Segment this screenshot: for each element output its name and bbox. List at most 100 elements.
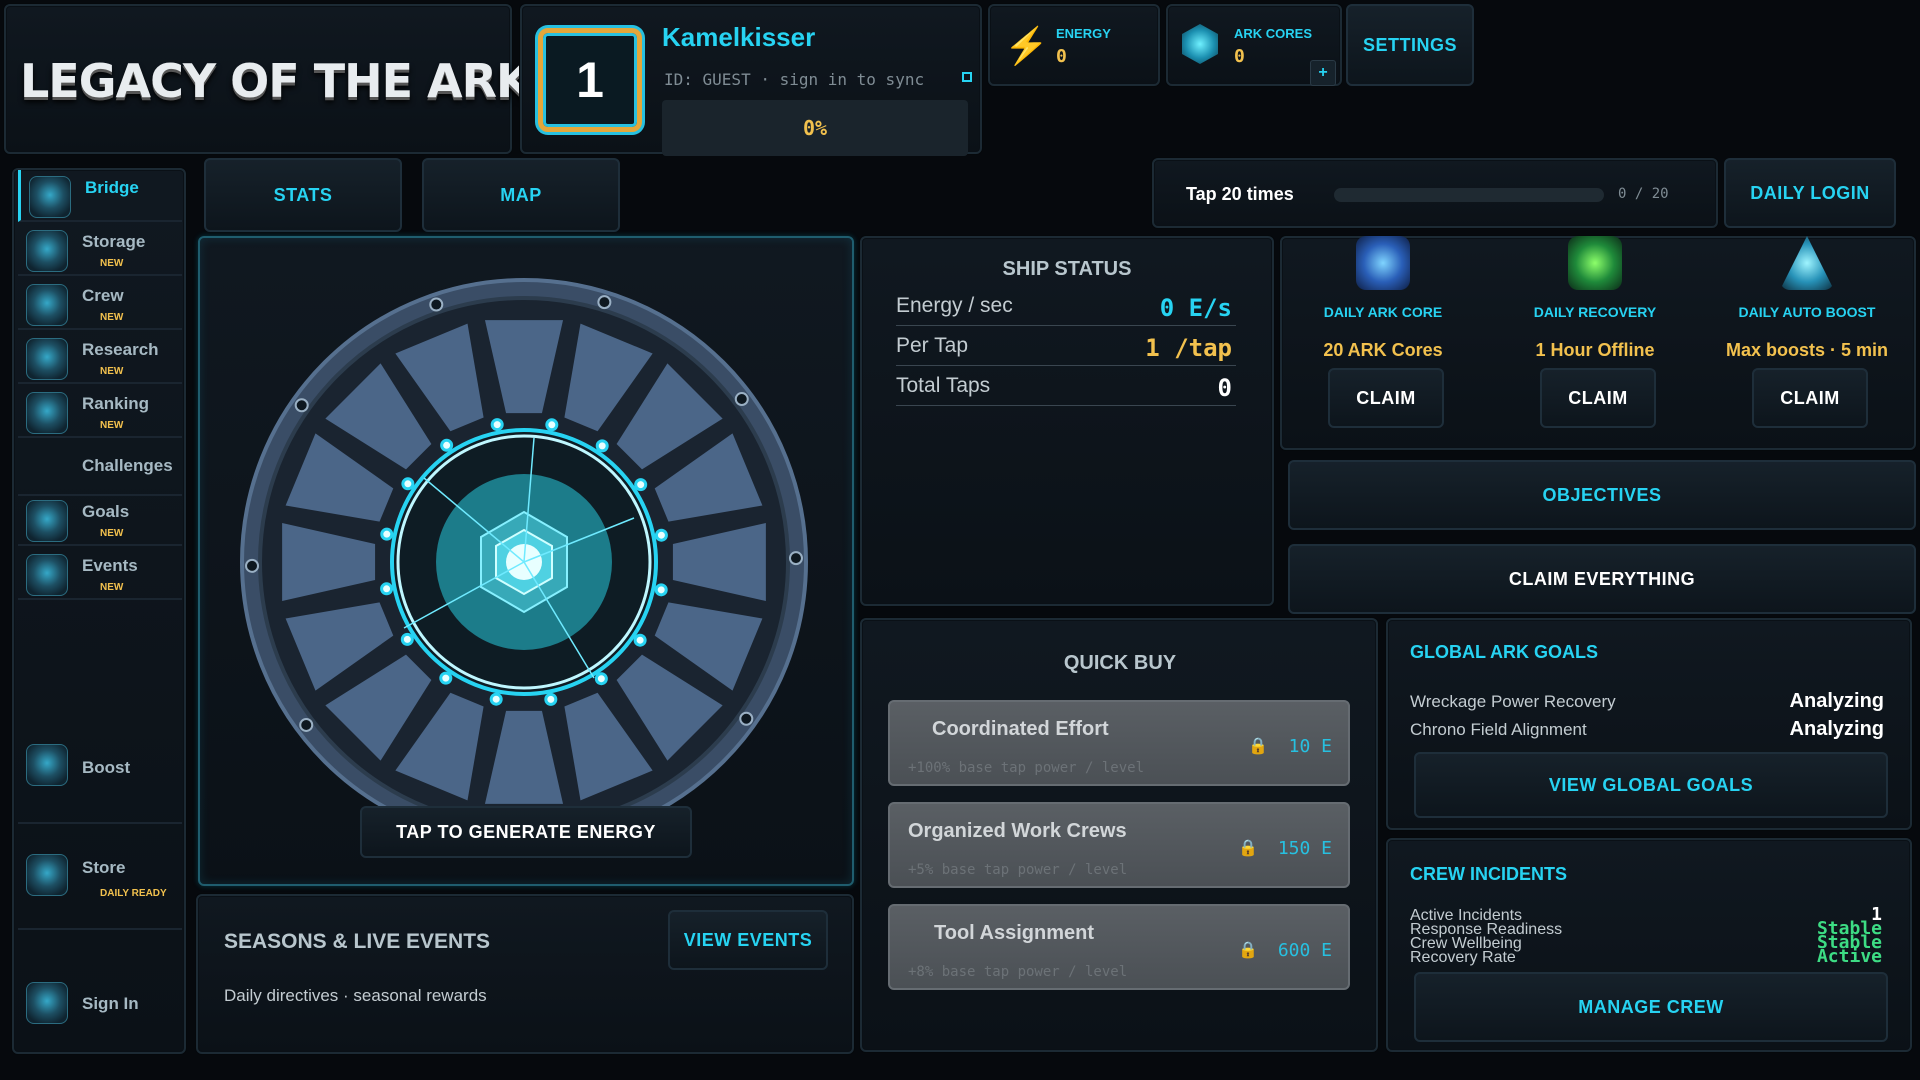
stat-per-tap: Per Tap 1 /tap — [896, 334, 1236, 366]
sidebar-item-label: Goals — [82, 502, 130, 521]
reactor-ring-light — [595, 439, 609, 453]
lock-icon: 🔒 — [1238, 840, 1258, 857]
reactor-ring-light — [489, 692, 503, 706]
ark-core-reward-icon — [1356, 236, 1410, 290]
reactor-bolt — [294, 398, 309, 413]
level-progress-text: 0% — [802, 116, 828, 140]
reactor-ring-light — [401, 477, 415, 491]
energy-currency: ⚡ ENERGY 0 — [988, 4, 1160, 86]
stat-label: Energy / sec — [896, 294, 1013, 317]
quick-buy-tool-assignment[interactable]: Tool Assignment +8% base tap power / lev… — [888, 904, 1350, 990]
sign-in-icon — [26, 982, 68, 1024]
goal-label: Wreckage Power Recovery — [1410, 692, 1616, 711]
sidebar-item-label: Boost — [82, 758, 131, 777]
username: Kamelkisser — [662, 22, 816, 52]
sidebar-item-label: Ranking — [82, 394, 150, 413]
seasons-subtitle: Daily directives · seasonal rewards — [224, 986, 487, 1005]
sidebar-item-research[interactable]: Research NEW — [18, 332, 182, 384]
sidebar-item-label: Bridge — [85, 178, 139, 197]
sidebar-item-challenges[interactable]: Challenges — [18, 442, 182, 496]
sidebar-item-sign-in[interactable]: Sign In — [18, 976, 182, 1028]
reactor-bolt — [739, 711, 754, 726]
sidebar-item-storage[interactable]: Storage NEW — [18, 224, 182, 276]
ship-status-panel — [860, 236, 1274, 606]
crew-incidents-title: CREW INCIDENTS — [1410, 864, 1567, 884]
reactor-ring-light — [633, 633, 647, 647]
quick-buy-title: QUICK BUY — [1063, 652, 1177, 674]
sidebar-item-goals[interactable]: Goals NEW — [18, 494, 182, 546]
goals-icon — [26, 500, 68, 542]
daily-ready-badge: DAILY READY — [100, 888, 167, 899]
view-global-goals-button[interactable]: VIEW GLOBAL GOALS — [1414, 752, 1888, 818]
sidebar-item-store[interactable]: Store DAILY READY — [18, 840, 182, 930]
sidebar-item-ranking[interactable]: Ranking NEW — [18, 386, 182, 438]
new-badge: NEW — [100, 582, 124, 593]
sidebar-item-label: Store — [82, 858, 126, 877]
claim-recovery-button[interactable]: CLAIM — [1540, 368, 1656, 428]
bridge-icon — [29, 176, 71, 218]
sidebar-item-label: Sign In — [82, 994, 139, 1013]
reactor-ring-light — [654, 528, 668, 542]
level-number: 1 — [576, 52, 604, 108]
objectives-button[interactable]: OBJECTIVES — [1288, 460, 1916, 530]
sidebar-item-label: Challenges — [82, 456, 173, 475]
claim-auto-boost-button[interactable]: CLAIM — [1752, 368, 1868, 428]
battery-icon — [1568, 236, 1622, 290]
task-label: Tap 20 times — [1186, 184, 1294, 204]
add-ark-cores-button[interactable]: + — [1310, 60, 1336, 86]
ark-cores-value: 0 — [1234, 46, 1245, 67]
daily-login-button[interactable]: DAILY LOGIN — [1724, 158, 1896, 228]
stat-value: 0 — [1217, 374, 1232, 402]
sidebar-item-label: Crew — [82, 286, 124, 305]
reward-title: DAILY RECOVERY — [1533, 304, 1657, 320]
logo-panel: LEGACY OF THE ARK — [4, 4, 532, 154]
upgrade-name: Organized Work Crews — [908, 820, 1127, 842]
sync-icon[interactable] — [962, 72, 972, 82]
upgrade-desc: +100% base tap power / level — [908, 760, 1145, 776]
reactor-bolt — [429, 297, 444, 312]
reactor-bolt — [597, 295, 612, 310]
task-progress-bar — [1334, 188, 1604, 202]
claim-ark-core-button[interactable]: CLAIM — [1328, 368, 1444, 428]
sidebar-item-label: Research — [82, 340, 159, 359]
settings-button[interactable]: SETTINGS — [1346, 4, 1474, 86]
sidebar-item-events[interactable]: Events NEW — [18, 548, 182, 600]
quick-buy-organized-work-crews[interactable]: Organized Work Crews +5% base tap power … — [888, 802, 1350, 888]
tap-to-generate-button[interactable]: TAP TO GENERATE ENERGY — [360, 806, 692, 858]
upgrade-name: Coordinated Effort — [932, 718, 1109, 740]
reactor-ring-light — [594, 672, 608, 686]
lock-icon: 🔒 — [1248, 738, 1268, 755]
reactor-ring-light — [654, 583, 668, 597]
manage-crew-button[interactable]: MANAGE CREW — [1414, 972, 1888, 1042]
reward-value: 1 Hour Offline — [1535, 340, 1655, 360]
sidebar-item-crew[interactable]: Crew NEW — [18, 278, 182, 330]
upgrade-name: Tool Assignment — [934, 922, 1094, 944]
quick-buy-coordinated-effort[interactable]: Coordinated Effort +100% base tap power … — [888, 700, 1350, 786]
store-icon — [26, 854, 68, 896]
upgrade-price: 150 E — [1277, 838, 1332, 859]
reactor-bolt — [734, 392, 749, 407]
reward-title: DAILY AUTO BOOST — [1738, 304, 1876, 320]
reactor-ring-light — [545, 418, 559, 432]
claim-everything-button[interactable]: CLAIM EVERYTHING — [1288, 544, 1916, 614]
view-events-button[interactable]: VIEW EVENTS — [668, 910, 828, 970]
profile-panel: 1 Kamelkisser ID: GUEST · sign in to syn… — [520, 4, 982, 156]
reactor-ring-light — [380, 527, 394, 541]
boost-icon — [26, 744, 68, 786]
reward-daily-ark-core: DAILY ARK CORE 20 ARK Cores CLAIM — [1280, 236, 1486, 442]
reactor-ring-light — [490, 418, 504, 432]
stat-energy-per-sec: Energy / sec 0 E/s — [896, 294, 1236, 326]
tab-map[interactable]: MAP — [422, 158, 620, 232]
stat-label: Per Tap — [896, 334, 968, 357]
energy-value: 0 — [1056, 46, 1067, 67]
seasons-title: SEASONS & LIVE EVENTS — [224, 930, 491, 953]
reactor-ring-light — [380, 582, 394, 596]
game-logo: LEGACY OF THE ARK — [20, 54, 532, 108]
reactor-core[interactable] — [224, 268, 824, 828]
sidebar-item-bridge[interactable]: Bridge — [18, 170, 182, 222]
new-badge: NEW — [100, 420, 124, 431]
goal-label: Chrono Field Alignment — [1410, 720, 1587, 739]
sidebar-item-boost[interactable]: Boost — [18, 740, 182, 824]
tab-stats[interactable]: STATS — [204, 158, 402, 232]
ark-core-icon — [1182, 24, 1218, 64]
